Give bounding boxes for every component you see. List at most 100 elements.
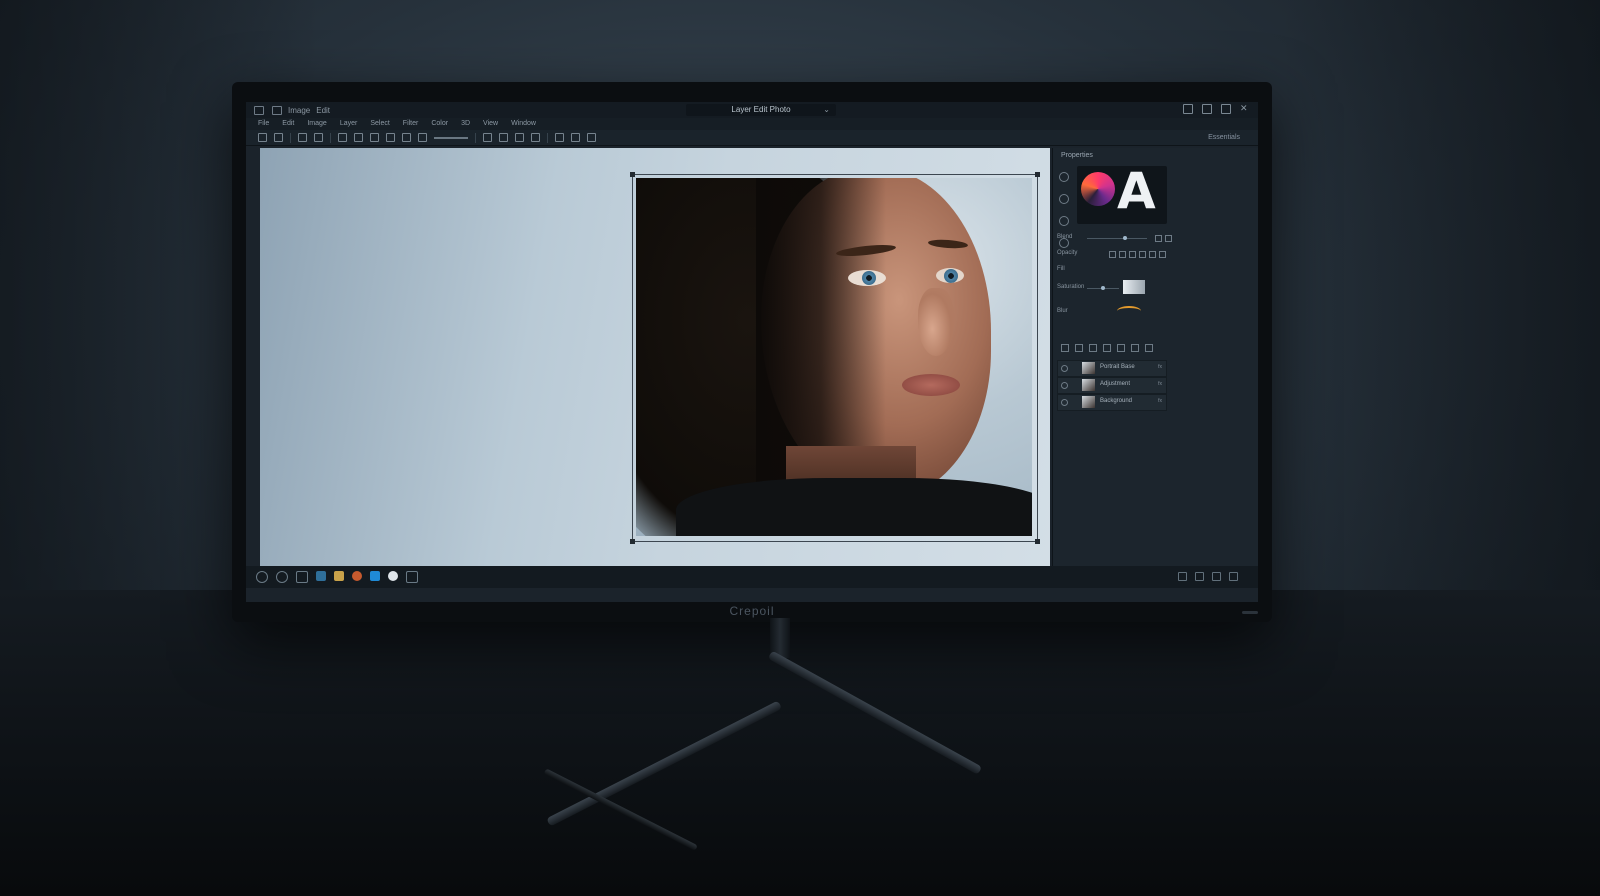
text-tool-icon[interactable] bbox=[418, 133, 427, 142]
eraser-tool-icon[interactable] bbox=[354, 133, 363, 142]
battery-icon[interactable] bbox=[1212, 572, 1221, 581]
title-item-edit[interactable]: Edit bbox=[316, 106, 330, 115]
start-icon[interactable] bbox=[256, 571, 268, 583]
transform-handle[interactable] bbox=[630, 172, 635, 177]
grid-icon[interactable] bbox=[406, 571, 418, 583]
prop-row-blur: Blur bbox=[1057, 306, 1253, 318]
saturation-slider-knob[interactable] bbox=[1101, 286, 1105, 290]
menu-window[interactable]: Window bbox=[511, 118, 536, 130]
chevron-down-icon[interactable]: ⌄ bbox=[823, 104, 830, 116]
color-tool-icon[interactable] bbox=[1059, 172, 1069, 182]
monitor-bezel: Image Edit Layer Edit Photo ⌄ ✕ File Edi… bbox=[232, 82, 1272, 622]
heal-tool-icon[interactable] bbox=[386, 133, 395, 142]
layer-item[interactable]: Adjustment fx bbox=[1057, 377, 1167, 394]
transform-handle[interactable] bbox=[1035, 539, 1040, 544]
menu-layer[interactable]: Layer bbox=[340, 118, 358, 130]
title-item-image[interactable]: Image bbox=[288, 106, 310, 115]
blend-slider-knob[interactable] bbox=[1123, 236, 1127, 240]
trash-icon[interactable] bbox=[1145, 344, 1153, 352]
dodge-tool-icon[interactable] bbox=[402, 133, 411, 142]
curve-icon[interactable] bbox=[1117, 306, 1141, 316]
preview-thumbnail[interactable]: A bbox=[1077, 166, 1167, 224]
align-icon[interactable] bbox=[1129, 251, 1136, 258]
menu-view[interactable]: View bbox=[483, 118, 498, 130]
restore-icon[interactable] bbox=[1221, 104, 1231, 114]
lock-icon[interactable] bbox=[1165, 235, 1172, 242]
maximize-icon[interactable] bbox=[1202, 104, 1212, 114]
align-icon[interactable] bbox=[1139, 251, 1146, 258]
folder-icon[interactable] bbox=[1131, 344, 1139, 352]
layer-item[interactable]: Portrait Base fx bbox=[1057, 360, 1167, 377]
active-app-icon[interactable] bbox=[388, 571, 398, 581]
transform-handle[interactable] bbox=[1035, 172, 1040, 177]
shape-tool-icon[interactable] bbox=[499, 133, 508, 142]
save-icon[interactable] bbox=[272, 105, 282, 115]
style-tool-icon[interactable] bbox=[1059, 216, 1069, 226]
menu-image[interactable]: Image bbox=[307, 118, 326, 130]
size-slider[interactable] bbox=[434, 136, 468, 139]
properties-panel: Properties A Blend Opacity Fill Saturati… bbox=[1052, 148, 1258, 566]
clone-tool-icon[interactable] bbox=[370, 133, 379, 142]
pen-tool-icon[interactable] bbox=[483, 133, 492, 142]
brush-tool-icon[interactable] bbox=[338, 133, 347, 142]
transform-handle[interactable] bbox=[630, 539, 635, 544]
canvas-area[interactable] bbox=[260, 148, 1050, 566]
search-icon[interactable] bbox=[276, 571, 288, 583]
layer-thumbnail bbox=[1082, 362, 1095, 374]
lasso-tool-icon[interactable] bbox=[314, 133, 323, 142]
menu-select[interactable]: Select bbox=[370, 118, 389, 130]
fill-tool-icon[interactable] bbox=[531, 133, 540, 142]
menu-icon[interactable] bbox=[254, 105, 264, 115]
menu-edit[interactable]: Edit bbox=[282, 118, 294, 130]
panel-title[interactable]: Properties bbox=[1061, 152, 1093, 159]
gradient-swatch[interactable] bbox=[1123, 280, 1145, 294]
zoom-tool-icon[interactable] bbox=[555, 133, 564, 142]
adjust-layer-icon[interactable] bbox=[1117, 344, 1125, 352]
menu-file[interactable]: File bbox=[258, 118, 269, 130]
store-icon[interactable] bbox=[370, 571, 380, 581]
layer-thumbnail bbox=[1082, 396, 1095, 408]
eye-icon[interactable] bbox=[1061, 365, 1068, 372]
new-layer-icon[interactable] bbox=[1061, 344, 1069, 352]
browser-icon[interactable] bbox=[316, 571, 326, 581]
network-icon[interactable] bbox=[1178, 572, 1187, 581]
minimize-icon[interactable] bbox=[1183, 104, 1193, 114]
close-icon[interactable]: ✕ bbox=[1240, 104, 1248, 113]
menu-filter[interactable]: Filter bbox=[403, 118, 419, 130]
blend-slider-track[interactable] bbox=[1087, 238, 1147, 239]
mask-icon[interactable] bbox=[1089, 344, 1097, 352]
notification-icon[interactable] bbox=[1229, 572, 1238, 581]
hand-tool-icon[interactable] bbox=[571, 133, 580, 142]
volume-icon[interactable] bbox=[1195, 572, 1204, 581]
align-icon[interactable] bbox=[1109, 251, 1116, 258]
document-tab[interactable]: Layer Edit Photo ⌄ bbox=[686, 104, 836, 116]
align-icon[interactable] bbox=[1119, 251, 1126, 258]
search-icon[interactable] bbox=[587, 133, 596, 142]
prop-label: Blur bbox=[1057, 308, 1068, 314]
gradient-tool-icon[interactable] bbox=[515, 133, 524, 142]
crop-tool-icon[interactable] bbox=[298, 133, 307, 142]
eye-icon[interactable] bbox=[1061, 399, 1068, 406]
workspace-label[interactable]: Essentials bbox=[1208, 134, 1240, 141]
fx-icon[interactable] bbox=[1103, 344, 1111, 352]
align-icon[interactable] bbox=[1149, 251, 1156, 258]
menu-color[interactable]: Color bbox=[431, 118, 448, 130]
align-icon[interactable] bbox=[1159, 251, 1166, 258]
eye-icon[interactable] bbox=[1061, 382, 1068, 389]
prop-label: Opacity bbox=[1057, 250, 1078, 256]
move-tool-icon[interactable] bbox=[258, 133, 267, 142]
select-tool-icon[interactable] bbox=[274, 133, 283, 142]
folder-icon[interactable] bbox=[334, 571, 344, 581]
menu-3d[interactable]: 3D bbox=[461, 118, 470, 130]
layer-tag: fx bbox=[1158, 381, 1162, 387]
transform-selection-box[interactable] bbox=[630, 172, 1040, 544]
prop-row-fill: Fill bbox=[1057, 266, 1253, 276]
system-tray bbox=[1178, 572, 1238, 581]
adjust-tool-icon[interactable] bbox=[1059, 194, 1069, 204]
prop-row-opacity: Opacity bbox=[1057, 250, 1253, 260]
task-view-icon[interactable] bbox=[296, 571, 308, 583]
app-icon[interactable] bbox=[352, 571, 362, 581]
link-icon[interactable] bbox=[1155, 235, 1162, 242]
layer-item[interactable]: Background fx bbox=[1057, 394, 1167, 411]
group-icon[interactable] bbox=[1075, 344, 1083, 352]
